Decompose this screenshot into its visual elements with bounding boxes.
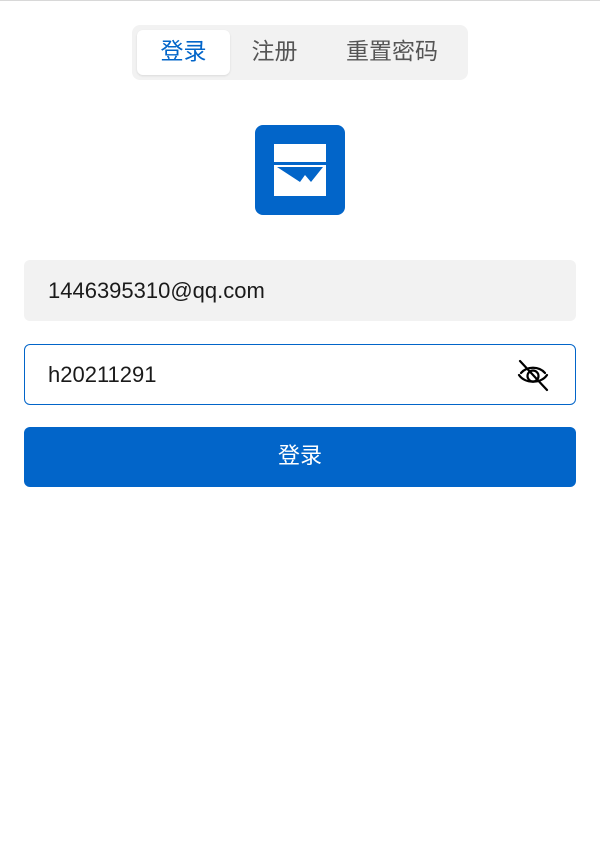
password-value[interactable]: h20211291 xyxy=(48,345,157,404)
password-field[interactable]: h20211291 xyxy=(24,344,576,405)
tab-login[interactable]: 登录 xyxy=(137,30,230,75)
tab-register[interactable]: 注册 xyxy=(232,30,317,75)
app-logo-icon xyxy=(255,125,345,215)
login-submit-button[interactable]: 登录 xyxy=(24,427,576,487)
tab-reset-password[interactable]: 重置密码 xyxy=(322,30,462,75)
auth-tab-bar: 登录 注册 重置密码 xyxy=(132,25,468,80)
top-divider xyxy=(0,0,600,1)
email-value[interactable]: 1446395310@qq.com xyxy=(48,260,265,321)
email-field[interactable]: 1446395310@qq.com xyxy=(24,260,576,321)
eye-slash-icon[interactable] xyxy=(515,357,551,393)
